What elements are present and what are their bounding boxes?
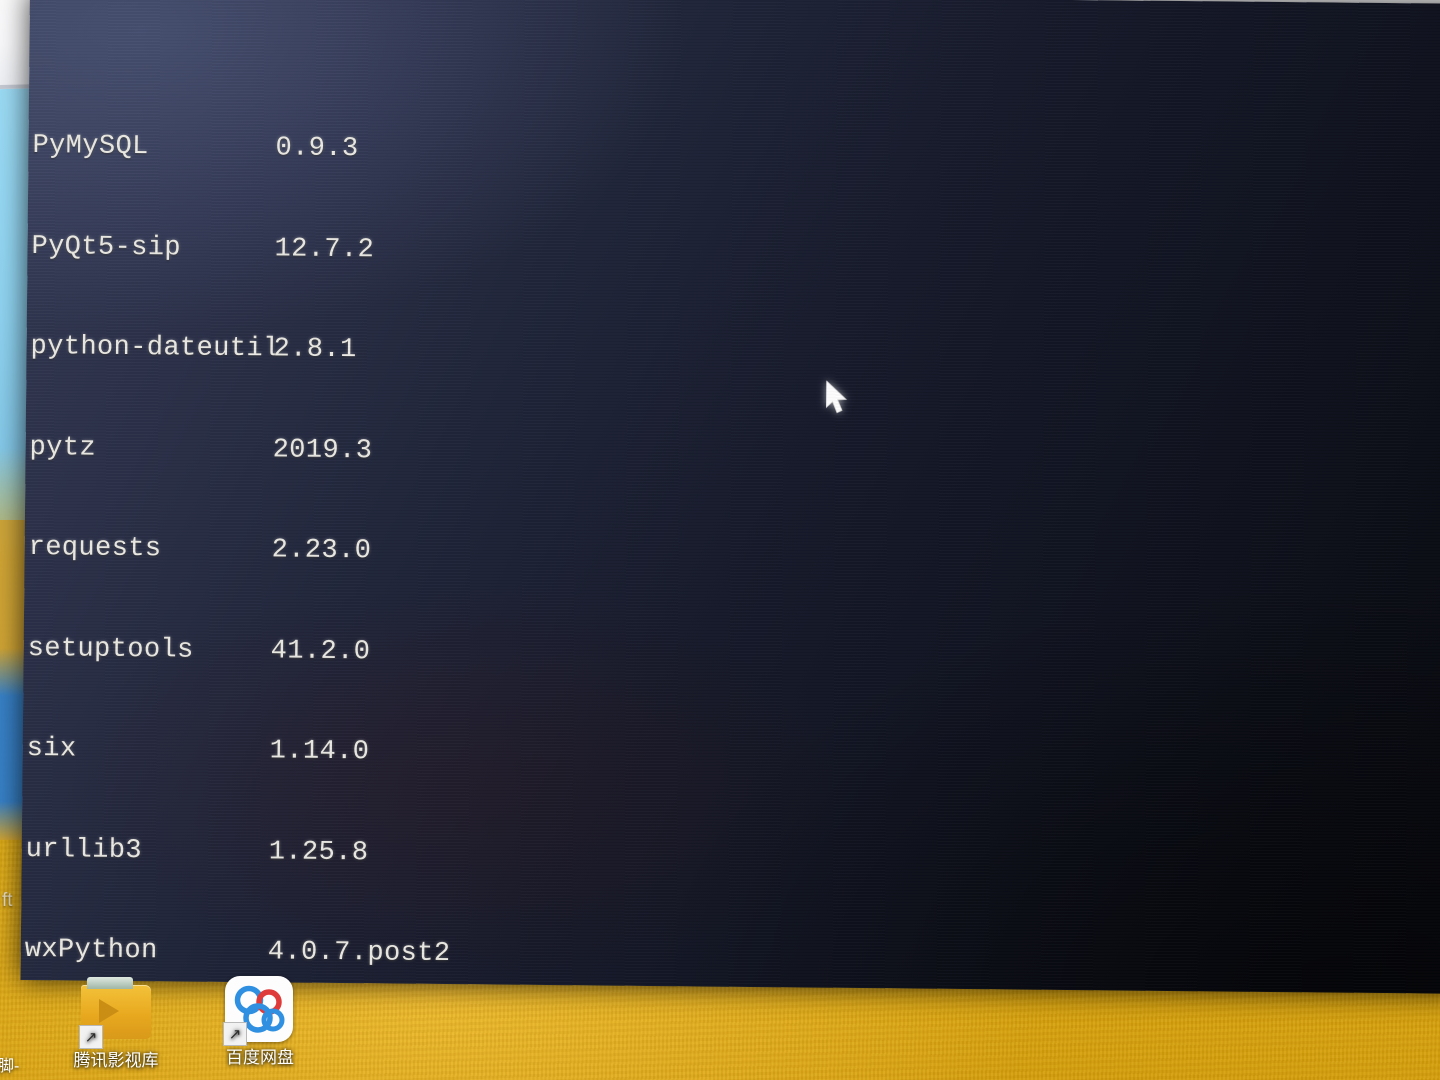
shortcut-arrow-icon: ↗ bbox=[79, 1025, 103, 1049]
table-row: PyQt5-sip 12.7.2 bbox=[31, 231, 1440, 279]
package-version: 1.14.0 bbox=[269, 736, 370, 768]
package-name: PyMySQL bbox=[32, 131, 149, 163]
table-row: requests 2.23.0 bbox=[28, 532, 1440, 580]
package-name: PyQt5-sip bbox=[31, 231, 182, 263]
package-name: six bbox=[26, 734, 77, 765]
shortcut-arrow-icon: ↗ bbox=[223, 1022, 247, 1046]
desktop-edge-glyph-3: 脚- bbox=[0, 1058, 20, 1075]
table-row: pytz 2019.3 bbox=[29, 432, 1440, 480]
screen-photo: 3 ft 3 PyMySQL0.9.3 PyQt5-sip12.7.2 pyth… bbox=[0, 0, 1440, 1080]
package-name: setuptools bbox=[27, 633, 194, 666]
desktop-icon-label: 腾讯影视库 bbox=[73, 1051, 159, 1070]
desktop-icon-baidu-netdisk[interactable]: ↗ 百度网盘 bbox=[200, 972, 320, 1067]
package-version: 2.23.0 bbox=[271, 535, 372, 567]
package-name: wxPython bbox=[24, 934, 158, 967]
command-prompt-window[interactable]: PyMySQL 0.9.3 PyQt5-sip 12.7.2 python-date… bbox=[20, 0, 1440, 994]
package-name: python-dateutil bbox=[30, 332, 280, 365]
package-name: requests bbox=[28, 533, 162, 565]
desktop-icon-tencent-video-library[interactable]: ↗ 腾讯影视库 bbox=[56, 975, 176, 1070]
table-row: setuptools 41.2.0 bbox=[28, 633, 1440, 681]
console-output-area[interactable]: PyMySQL 0.9.3 PyQt5-sip 12.7.2 python-date… bbox=[20, 0, 1440, 994]
folder-icon: ↗ bbox=[79, 975, 153, 1049]
package-version: 4.0.7.post2 bbox=[267, 937, 451, 970]
table-row: urllib3 1.25.8 bbox=[26, 833, 1440, 881]
package-version: 41.2.0 bbox=[270, 635, 371, 667]
package-version: 2.8.1 bbox=[273, 334, 357, 366]
package-version: 0.9.3 bbox=[275, 133, 359, 165]
package-version: 2019.3 bbox=[272, 434, 373, 466]
package-name: urllib3 bbox=[25, 834, 143, 866]
desktop-edge-glyph-0: ft bbox=[2, 890, 13, 911]
cloud-icon: ↗ bbox=[223, 972, 297, 1046]
package-name: pytz bbox=[29, 432, 97, 464]
table-row: six 1.14.0 bbox=[27, 733, 1440, 781]
package-version: 1.25.8 bbox=[268, 836, 369, 868]
desktop-icon-label: 百度网盘 bbox=[226, 1048, 294, 1067]
table-row: python-dateutil2.8.1 bbox=[30, 331, 1440, 379]
table-row: PyMySQL 0.9.3 bbox=[32, 130, 1440, 178]
package-version: 12.7.2 bbox=[274, 233, 375, 265]
